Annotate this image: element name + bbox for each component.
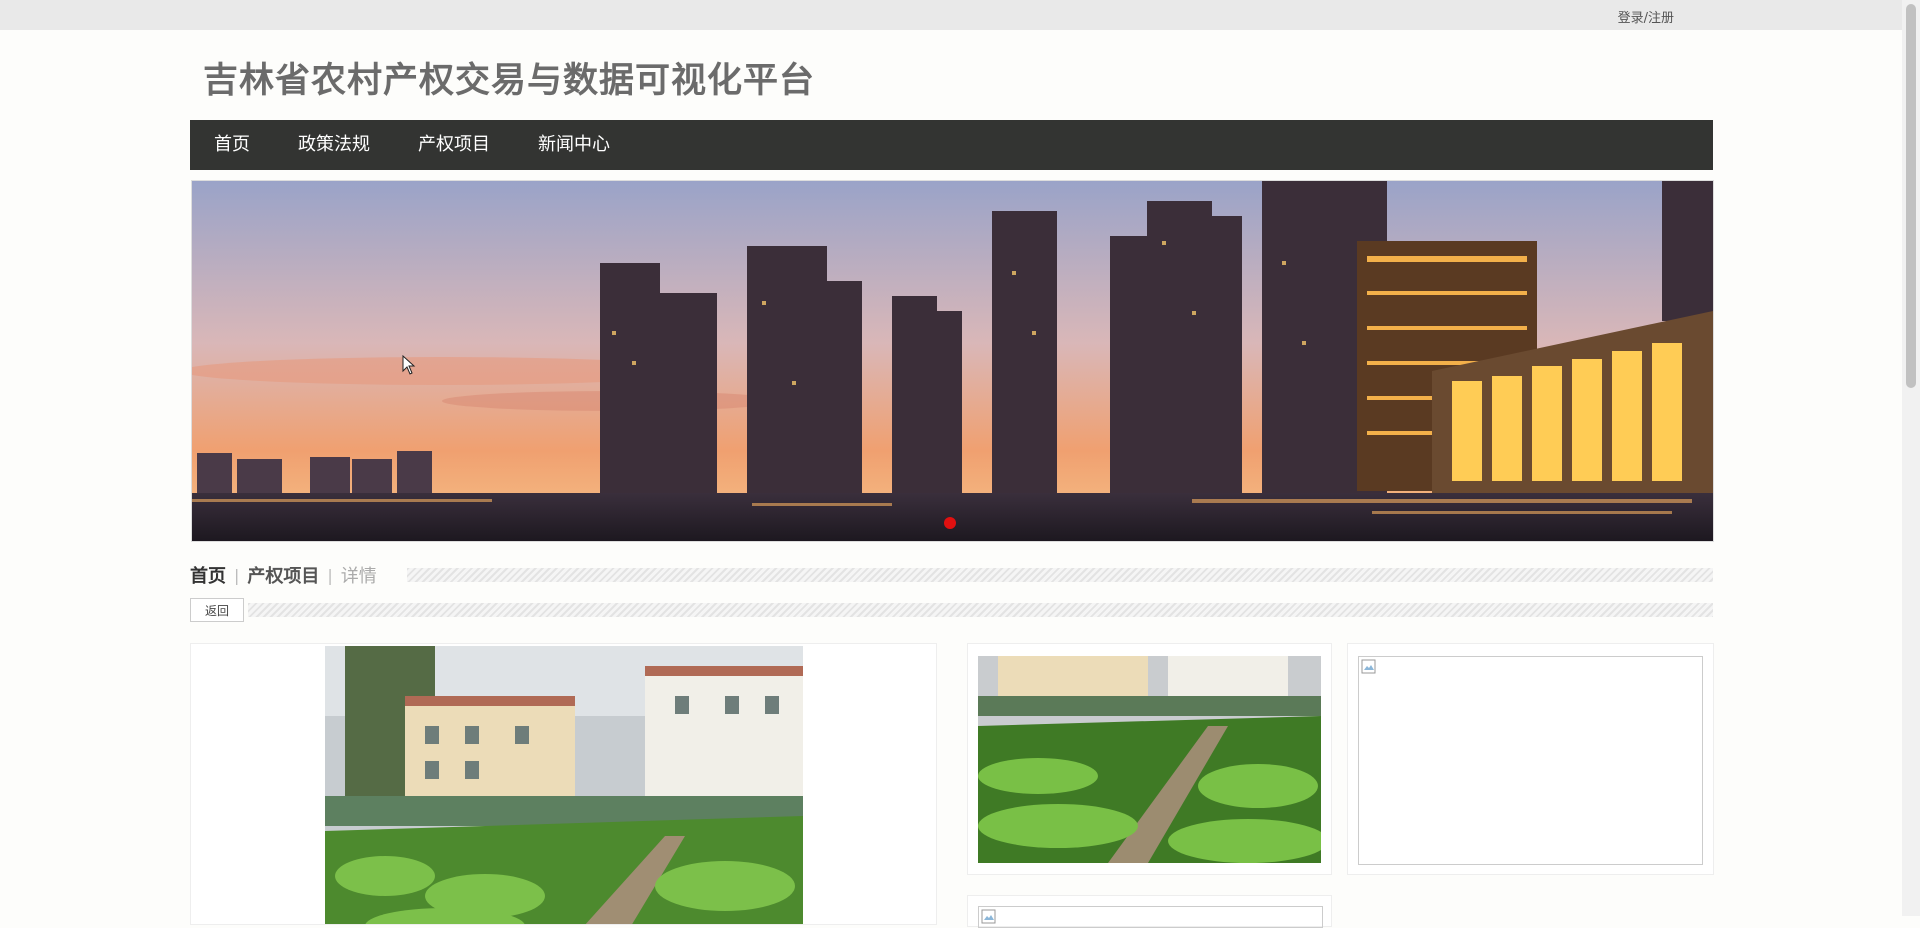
- nav-item-property-projects[interactable]: 产权项目: [394, 120, 514, 170]
- nav-item-news[interactable]: 新闻中心: [514, 120, 634, 170]
- hatched-divider: [248, 603, 1713, 617]
- broken-image-icon: [1361, 659, 1376, 674]
- image-placeholder[interactable]: [1358, 656, 1703, 865]
- breadcrumb-home[interactable]: 首页: [190, 562, 226, 588]
- top-bar: 登录/注册: [0, 0, 1902, 30]
- main-image-panel: [190, 643, 937, 925]
- city-skyline-image: [192, 181, 1713, 541]
- site-title: 吉林省农村产权交易与数据可视化平台: [203, 61, 816, 101]
- breadcrumb-property-projects[interactable]: 产权项目: [247, 562, 319, 588]
- breadcrumb-separator: |: [327, 565, 333, 585]
- breadcrumb: 首页 | 产权项目 | 详情: [190, 560, 1713, 590]
- farmland-main-photo[interactable]: [325, 646, 803, 925]
- thumbnail-card[interactable]: [1347, 643, 1714, 875]
- farmland-thumbnail-photo[interactable]: [978, 656, 1321, 863]
- nav-item-policy[interactable]: 政策法规: [274, 120, 394, 170]
- scrollbar-thumb[interactable]: [1906, 4, 1916, 388]
- hatched-divider: [406, 568, 1713, 582]
- nav-item-home[interactable]: 首页: [190, 120, 274, 170]
- breadcrumb-separator: |: [234, 565, 240, 585]
- thumbnail-card[interactable]: [967, 643, 1332, 875]
- banner-carousel[interactable]: [191, 180, 1714, 542]
- main-nav: 首页 政策法规 产权项目 新闻中心: [190, 120, 1713, 170]
- carousel-dot-active[interactable]: [944, 517, 956, 529]
- breadcrumb-detail: 详情: [340, 566, 377, 587]
- broken-image-icon: [981, 909, 996, 924]
- image-placeholder[interactable]: [978, 906, 1323, 928]
- back-button[interactable]: 返回: [190, 598, 244, 622]
- mouse-cursor-icon: [402, 355, 416, 375]
- page-scrollbar[interactable]: [1902, 0, 1920, 916]
- thumbnail-card[interactable]: [967, 895, 1332, 928]
- login-register-link[interactable]: 登录/注册: [1618, 7, 1674, 26]
- back-row: 返回: [190, 597, 1713, 623]
